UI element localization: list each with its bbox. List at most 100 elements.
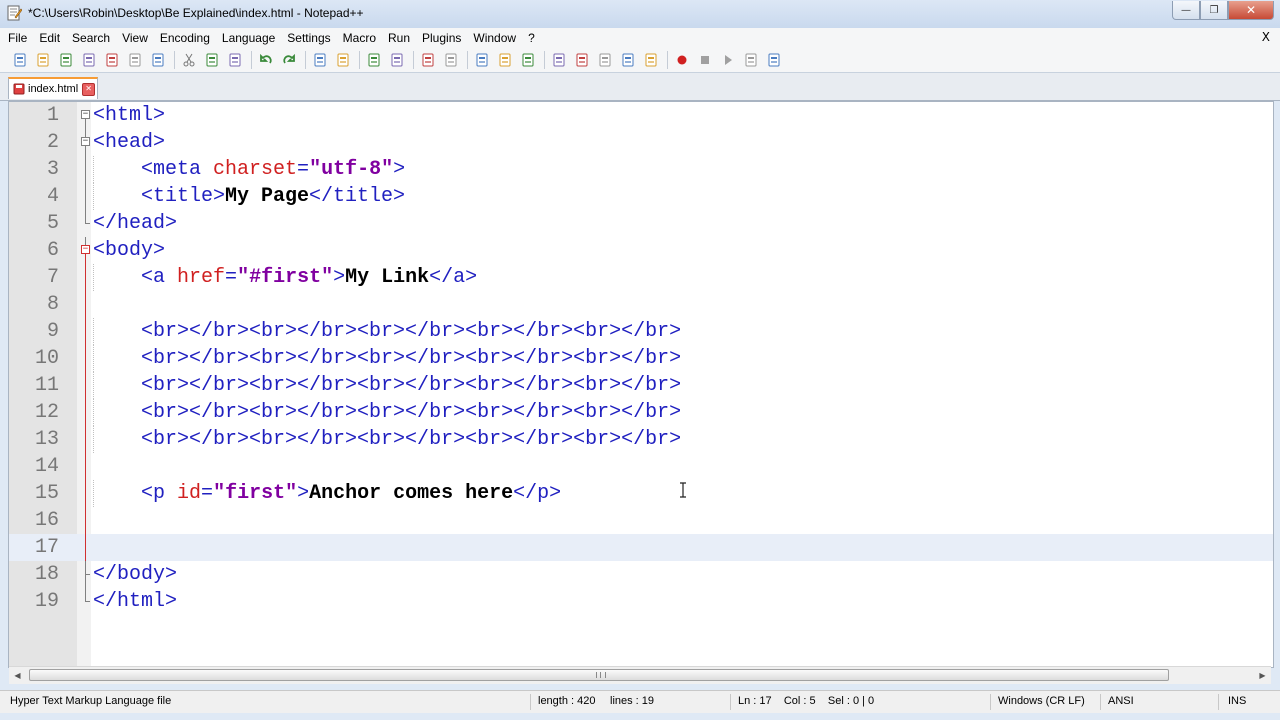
code-line[interactable]: 7 <a href="#first">My Link</a> (9, 264, 1273, 291)
scrollbar-thumb[interactable] (29, 669, 1169, 681)
word-wrap-icon[interactable] (474, 52, 490, 68)
sync-horizontal-icon[interactable] (443, 52, 459, 68)
fold-toggle-icon[interactable]: − (81, 137, 90, 146)
code-line[interactable]: 19 </html> (9, 588, 1273, 615)
code-line[interactable]: 16 (9, 507, 1273, 534)
fold-line (85, 426, 86, 453)
code-line[interactable]: 1 − <html> (9, 102, 1273, 129)
run-macro-multiple-icon[interactable] (743, 52, 759, 68)
save-icon[interactable] (58, 52, 74, 68)
print-icon[interactable] (150, 52, 166, 68)
menu-view[interactable]: View (116, 28, 154, 48)
fold-toggle-icon[interactable]: − (81, 245, 90, 254)
menu-encoding[interactable]: Encoding (154, 28, 216, 48)
copy-icon[interactable] (204, 52, 220, 68)
record-macro-icon[interactable] (674, 52, 690, 68)
close-window-button[interactable]: ✕ (1228, 1, 1274, 20)
status-divider (990, 694, 991, 710)
code-line[interactable]: 8 (9, 291, 1273, 318)
code-line[interactable]: 14 (9, 453, 1273, 480)
fold-end-marker (85, 210, 90, 224)
function-list-icon[interactable] (597, 52, 613, 68)
horizontal-scrollbar[interactable]: ◀ ▶ (9, 666, 1271, 684)
minimize-button[interactable]: — (1172, 1, 1200, 20)
status-divider (1100, 694, 1101, 710)
zoom-in-icon[interactable] (366, 52, 382, 68)
status-file-type: Hyper Text Markup Language file (10, 695, 172, 707)
redo-icon[interactable] (281, 52, 297, 68)
monitoring-icon[interactable] (643, 52, 659, 68)
code-line[interactable]: 2 − <head> (9, 129, 1273, 156)
menu-plugins[interactable]: Plugins (416, 28, 467, 48)
zoom-out-icon[interactable] (389, 52, 405, 68)
close-all-icon[interactable] (127, 52, 143, 68)
syntax-text: My Page (225, 185, 310, 208)
fold-line (85, 119, 86, 129)
menu-edit[interactable]: Edit (33, 28, 66, 48)
fold-line (85, 534, 86, 561)
tab-index-html[interactable]: index.html ✕ (8, 77, 98, 99)
fold-toggle-icon[interactable]: − (81, 110, 90, 119)
code-line[interactable]: 9 <br></br><br></br><br></br><br></br><b… (9, 318, 1273, 345)
menu-file[interactable]: File (0, 28, 33, 48)
code-text: <title>My Page</title> (93, 183, 405, 210)
indent-guide (93, 480, 95, 507)
code-text: <meta charset="utf-8"> (93, 156, 405, 183)
syntax-attribute: id (177, 482, 202, 505)
stop-macro-icon[interactable] (697, 52, 713, 68)
code-line[interactable]: 11 <br></br><br></br><br></br><br></br><… (9, 372, 1273, 399)
menu-macro[interactable]: Macro (337, 28, 382, 48)
code-line[interactable]: 12 <br></br><br></br><br></br><br></br><… (9, 399, 1273, 426)
open-file-icon[interactable] (35, 52, 51, 68)
code-text: <head> (93, 129, 165, 156)
replace-icon[interactable] (335, 52, 351, 68)
show-all-chars-icon[interactable] (497, 52, 513, 68)
menu-help[interactable]: ? (522, 28, 541, 48)
indent-guide (93, 264, 95, 291)
syntax-tag: <title> (141, 185, 226, 208)
close-document-button[interactable]: X (1262, 30, 1270, 44)
scroll-left-icon[interactable]: ◀ (9, 667, 26, 684)
play-macro-icon[interactable] (720, 52, 736, 68)
sync-vertical-icon[interactable] (420, 52, 436, 68)
syntax-tag: </p> (513, 482, 562, 505)
toolbar-separator (413, 51, 414, 69)
find-icon[interactable] (312, 52, 328, 68)
code-line[interactable]: 3 <meta charset="utf-8"> (9, 156, 1273, 183)
save-all-icon[interactable] (81, 52, 97, 68)
toolbar-separator (667, 51, 668, 69)
code-line[interactable]: 18 </body> (9, 561, 1273, 588)
menu-window[interactable]: Window (467, 28, 522, 48)
menu-run[interactable]: Run (382, 28, 416, 48)
folder-workspace-icon[interactable] (620, 52, 636, 68)
menu-settings[interactable]: Settings (281, 28, 336, 48)
code-text: </html> (93, 588, 177, 615)
code-line[interactable]: 5 </head> (9, 210, 1273, 237)
menu-search[interactable]: Search (66, 28, 116, 48)
code-line[interactable]: 15 <p id="first">Anchor comes here</p> (9, 480, 1273, 507)
udl-icon[interactable] (551, 52, 567, 68)
code-text: </head> (93, 210, 177, 237)
close-icon[interactable] (104, 52, 120, 68)
undo-icon[interactable] (258, 52, 274, 68)
fold-line (85, 264, 86, 291)
line-number: 12 (34, 401, 59, 424)
code-line[interactable]: 13 <br></br><br></br><br></br><br></br><… (9, 426, 1273, 453)
save-macro-icon[interactable] (766, 52, 782, 68)
code-line[interactable]: 4 <title>My Page</title> (9, 183, 1273, 210)
doc-map-icon[interactable] (574, 52, 590, 68)
code-line[interactable]: 10 <br></br><br></br><br></br><br></br><… (9, 345, 1273, 372)
code-editor[interactable]: 1− <html> 2− <head> 3 <meta charset="utf-8">… (8, 101, 1274, 668)
scroll-right-icon[interactable]: ▶ (1254, 667, 1271, 684)
new-file-icon[interactable] (12, 52, 28, 68)
menu-language[interactable]: Language (216, 28, 281, 48)
code-line[interactable]: 6 − <body> (9, 237, 1273, 264)
cut-icon[interactable] (181, 52, 197, 68)
tab-close-icon[interactable]: ✕ (82, 82, 96, 96)
indent-guide-icon[interactable] (520, 52, 536, 68)
maximize-button[interactable]: ❐ (1200, 1, 1228, 20)
code-line[interactable]: 17 (9, 534, 1273, 561)
window-controls: — ❐ ✕ (1172, 1, 1274, 21)
paste-icon[interactable] (227, 52, 243, 68)
